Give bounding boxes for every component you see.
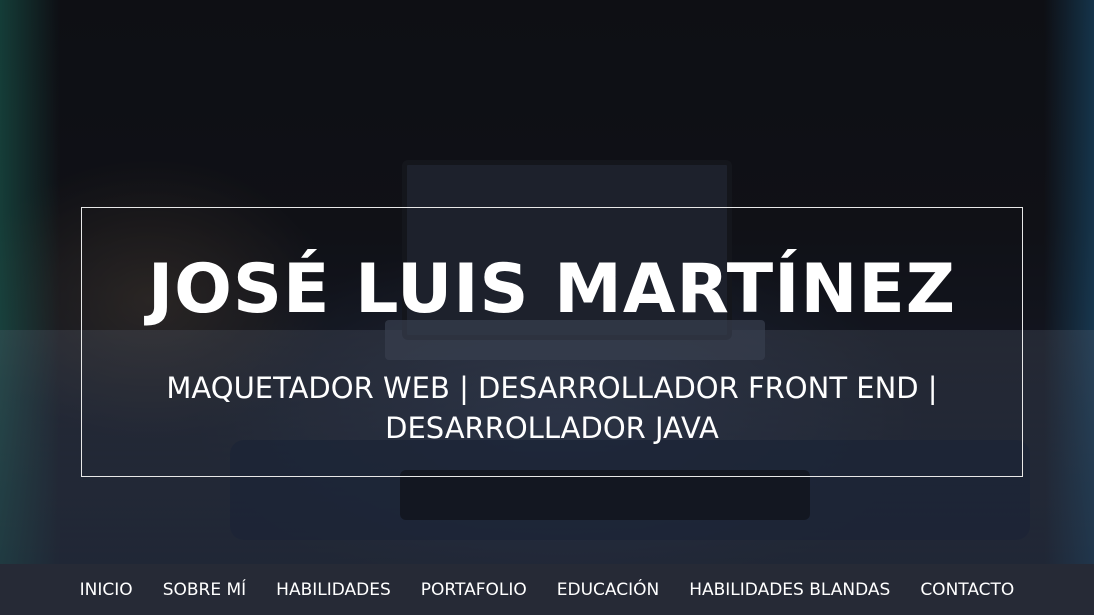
nav-item-sobre-mi[interactable]: SOBRE MÍ (148, 580, 261, 600)
hero-roles-subtitle: MAQUETADOR WEB | DESARROLLADOR FRONT END… (112, 368, 992, 448)
nav-item-contacto[interactable]: CONTACTO (905, 580, 1029, 600)
hero-section: JOSÉ LUIS MARTÍNEZ MAQUETADOR WEB | DESA… (0, 0, 1094, 564)
nav-item-portafolio[interactable]: PORTAFOLIO (406, 580, 542, 600)
hero-name-heading: JOSÉ LUIS MARTÍNEZ (147, 250, 957, 329)
nav-item-habilidades-blandas[interactable]: HABILIDADES BLANDAS (674, 580, 905, 600)
nav-list: INICIO SOBRE MÍ HABILIDADES PORTAFOLIO E… (65, 580, 1030, 600)
hero-title-frame: JOSÉ LUIS MARTÍNEZ MAQUETADOR WEB | DESA… (81, 207, 1023, 477)
main-navbar: INICIO SOBRE MÍ HABILIDADES PORTAFOLIO E… (0, 564, 1094, 615)
nav-item-inicio[interactable]: INICIO (65, 580, 148, 600)
nav-item-habilidades[interactable]: HABILIDADES (261, 580, 406, 600)
hero-roles-line-1: MAQUETADOR WEB | DESARROLLADOR FRONT END… (166, 371, 938, 405)
nav-item-educacion[interactable]: EDUCACIÓN (542, 580, 674, 600)
hero-roles-line-2: DESARROLLADOR JAVA (385, 411, 719, 445)
